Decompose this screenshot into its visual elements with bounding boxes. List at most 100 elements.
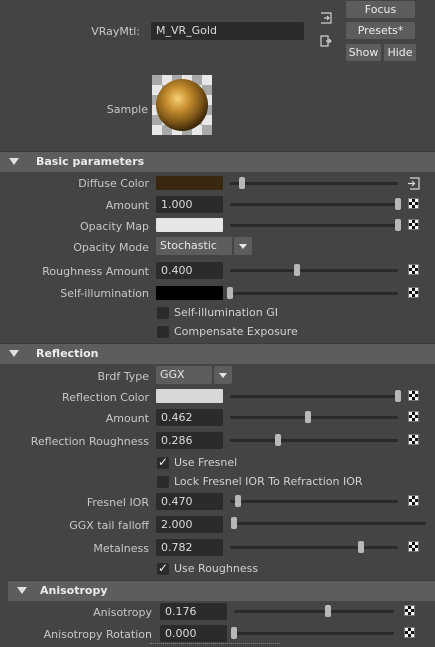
slider-thumb[interactable] bbox=[227, 287, 233, 299]
slider-thumb[interactable] bbox=[358, 541, 365, 553]
reflection-color-slider[interactable] bbox=[230, 390, 401, 402]
compensate-exposure-label: Compensate Exposure bbox=[174, 325, 298, 338]
sample-label: Sample bbox=[106, 103, 148, 116]
opacity-map-slider[interactable] bbox=[230, 219, 401, 231]
hide-button[interactable]: Hide bbox=[384, 44, 416, 61]
resize-grip[interactable] bbox=[150, 643, 280, 646]
reflection-roughness-map-icon[interactable] bbox=[408, 434, 419, 445]
use-roughness-label: Use Roughness bbox=[174, 562, 259, 575]
basic-parameters-header[interactable]: Basic parameters bbox=[0, 151, 435, 172]
anisotropy-rotation-label: Anisotropy Rotation bbox=[43, 628, 152, 641]
anisotropy-rotation-map-icon[interactable] bbox=[404, 627, 415, 638]
output-connection-icon[interactable] bbox=[320, 35, 332, 47]
slider-thumb[interactable] bbox=[275, 434, 282, 446]
self-illumination-swatch[interactable] bbox=[156, 286, 223, 300]
self-illumination-gi-checkbox[interactable] bbox=[157, 307, 169, 319]
collapse-triangle-icon[interactable] bbox=[17, 587, 27, 594]
opacity-map-icon[interactable] bbox=[408, 219, 419, 230]
compensate-exposure-checkbox[interactable] bbox=[157, 326, 169, 338]
ggx-tail-falloff-slider[interactable] bbox=[231, 517, 426, 529]
basic-parameters-title: Basic parameters bbox=[36, 155, 145, 168]
slider-thumb[interactable] bbox=[231, 517, 237, 529]
diffuse-color-slider[interactable] bbox=[230, 177, 398, 189]
amount-map-icon[interactable] bbox=[408, 198, 419, 209]
collapse-triangle-icon[interactable] bbox=[9, 158, 19, 165]
slider-thumb[interactable] bbox=[238, 177, 245, 189]
amount-slider[interactable] bbox=[230, 198, 401, 210]
fresnel-ior-label: Fresnel IOR bbox=[86, 496, 149, 509]
brdf-type-dropdown-arrow[interactable] bbox=[214, 366, 232, 384]
use-roughness-checkbox[interactable]: ✓ bbox=[157, 561, 169, 575]
reflection-roughness-slider[interactable] bbox=[230, 434, 398, 446]
show-button[interactable]: Show bbox=[346, 44, 381, 61]
reflection-roughness-label: Reflection Roughness bbox=[30, 435, 149, 448]
anisotropy-slider[interactable] bbox=[234, 605, 394, 617]
roughness-amount-field[interactable]: 0.400 bbox=[156, 262, 223, 279]
metalness-field[interactable]: 0.782 bbox=[156, 539, 223, 556]
lock-fresnel-ior-checkbox[interactable] bbox=[157, 476, 169, 488]
presets-button[interactable]: Presets* bbox=[346, 22, 415, 39]
fresnel-ior-map-icon[interactable] bbox=[408, 495, 419, 506]
ggx-tail-falloff-field[interactable]: 2.000 bbox=[156, 516, 223, 533]
self-illumination-map-icon[interactable] bbox=[408, 287, 419, 298]
material-name-field[interactable]: M_VR_Gold bbox=[151, 22, 304, 40]
reflection-title: Reflection bbox=[36, 347, 99, 360]
slider-thumb[interactable] bbox=[325, 605, 332, 617]
map-connect-icon[interactable] bbox=[407, 177, 420, 190]
anisotropy-title: Anisotropy bbox=[40, 584, 108, 597]
checkmark-icon: ✓ bbox=[158, 455, 169, 469]
metalness-label: Metalness bbox=[93, 542, 149, 555]
anisotropy-label: Anisotropy bbox=[93, 606, 152, 619]
reflection-amount-field[interactable]: 0.462 bbox=[156, 409, 223, 426]
roughness-map-icon[interactable] bbox=[408, 264, 419, 275]
input-connection-icon[interactable] bbox=[320, 12, 332, 24]
anisotropy-rotation-field[interactable]: 0.000 bbox=[160, 625, 227, 642]
use-fresnel-label: Use Fresnel bbox=[174, 456, 238, 469]
amount-label: Amount bbox=[105, 199, 149, 212]
fresnel-ior-slider[interactable] bbox=[230, 495, 398, 507]
diffuse-color-label: Diffuse Color bbox=[78, 177, 149, 190]
checkmark-icon: ✓ bbox=[158, 561, 169, 575]
reflection-color-label: Reflection Color bbox=[62, 391, 149, 404]
slider-thumb[interactable] bbox=[234, 495, 241, 507]
roughness-amount-label: Roughness Amount bbox=[42, 265, 149, 278]
opacity-mode-dropdown-arrow[interactable] bbox=[234, 237, 252, 255]
anisotropy-rotation-slider[interactable] bbox=[231, 627, 394, 639]
reflection-amount-map-icon[interactable] bbox=[408, 411, 419, 422]
focus-button[interactable]: Focus bbox=[346, 1, 415, 18]
brdf-type-label: Brdf Type bbox=[97, 370, 150, 383]
chevron-down-icon bbox=[219, 373, 227, 378]
slider-thumb[interactable] bbox=[395, 219, 401, 231]
reflection-amount-label: Amount bbox=[105, 412, 149, 425]
self-illumination-slider[interactable] bbox=[227, 287, 398, 299]
metalness-map-icon[interactable] bbox=[408, 541, 419, 552]
brdf-type-dropdown[interactable]: GGX bbox=[156, 366, 212, 384]
slider-thumb[interactable] bbox=[304, 411, 311, 423]
diffuse-color-swatch[interactable] bbox=[156, 176, 223, 190]
roughness-amount-slider[interactable] bbox=[230, 264, 398, 276]
self-illumination-gi-label: Self-illumination GI bbox=[174, 306, 279, 319]
slider-thumb[interactable] bbox=[395, 390, 401, 402]
reflection-color-map-icon[interactable] bbox=[408, 390, 419, 401]
reflection-amount-slider[interactable] bbox=[230, 411, 398, 423]
metalness-slider[interactable] bbox=[230, 541, 398, 553]
fresnel-ior-field[interactable]: 0.470 bbox=[156, 493, 223, 510]
anisotropy-map-icon[interactable] bbox=[404, 605, 415, 616]
amount-field[interactable]: 1.000 bbox=[156, 196, 223, 213]
reflection-header[interactable]: Reflection bbox=[0, 343, 435, 364]
reflection-color-swatch[interactable] bbox=[156, 389, 223, 403]
slider-thumb[interactable] bbox=[231, 627, 237, 639]
anisotropy-header[interactable]: Anisotropy bbox=[8, 580, 435, 601]
slider-thumb[interactable] bbox=[395, 198, 401, 210]
anisotropy-field[interactable]: 0.176 bbox=[160, 603, 227, 620]
reflection-roughness-field[interactable]: 0.286 bbox=[156, 432, 223, 449]
opacity-map-swatch[interactable] bbox=[156, 218, 223, 232]
slider-thumb[interactable] bbox=[294, 264, 301, 276]
collapse-triangle-icon[interactable] bbox=[9, 350, 19, 357]
material-sample-swatch bbox=[152, 75, 212, 135]
ggx-tail-falloff-label: GGX tail falloff bbox=[69, 519, 149, 532]
self-illumination-label: Self-illumination bbox=[60, 287, 149, 300]
opacity-mode-dropdown[interactable]: Stochastic bbox=[156, 237, 232, 255]
opacity-mode-label: Opacity Mode bbox=[73, 241, 149, 254]
use-fresnel-checkbox[interactable]: ✓ bbox=[157, 455, 169, 469]
